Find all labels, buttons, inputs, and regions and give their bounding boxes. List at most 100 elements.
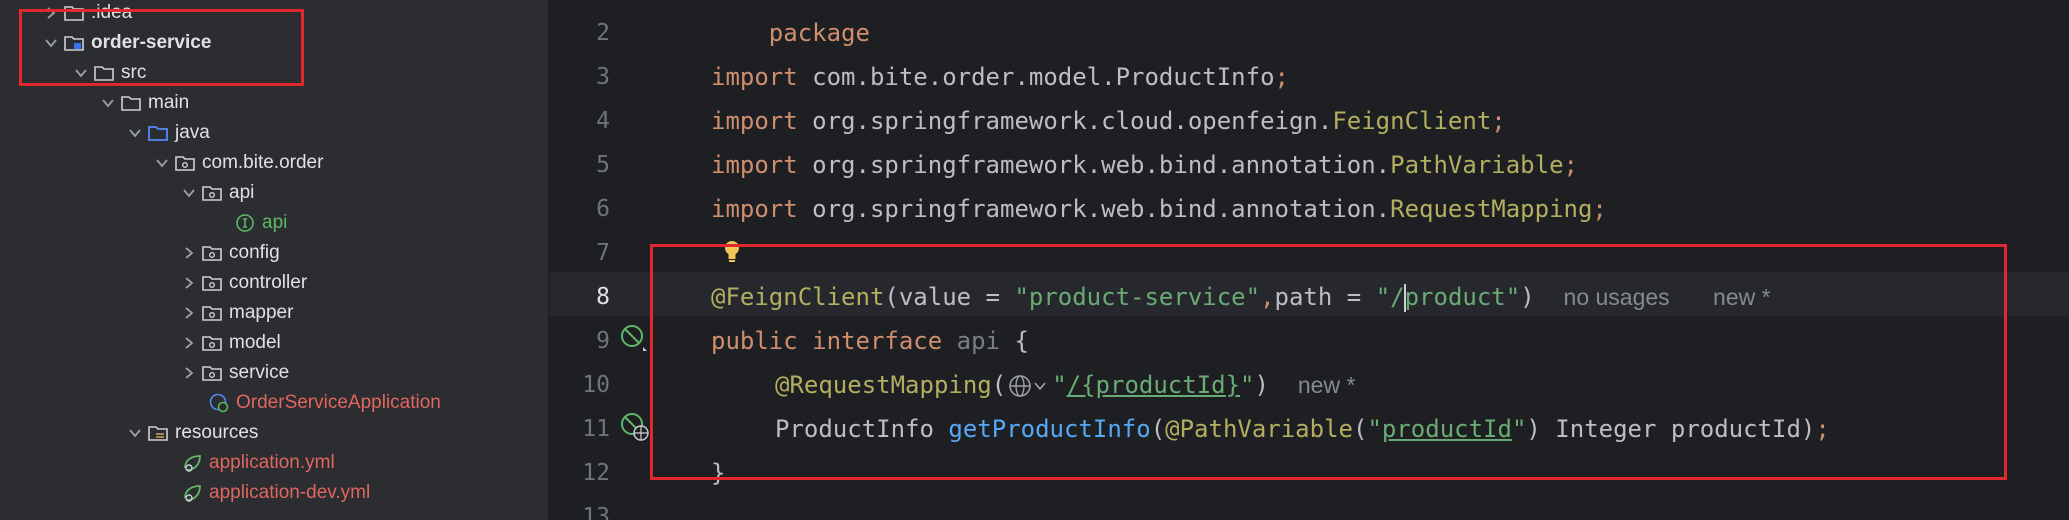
line-number: 12 [582,460,610,486]
module-folder-icon [62,32,86,54]
annotation: @FeignClient [711,283,885,311]
package-icon [173,152,197,174]
code-token: ( [1150,415,1166,443]
chevron-right-icon[interactable] [40,2,62,24]
tree-item-resources[interactable]: resources [0,418,258,448]
chevron-down-icon[interactable] [124,122,146,144]
implemented-method-web-icon[interactable] [619,411,649,441]
web-globe-icon[interactable] [1006,371,1052,401]
tree-item-java[interactable]: java [0,118,210,148]
keyword: interface [812,327,943,355]
line-number: 2 [596,20,610,46]
chevron-down-icon[interactable] [178,182,200,204]
usages-hint[interactable]: no usages [1564,284,1670,310]
import-path: org.springframework.web.bind.annotation. [797,151,1391,179]
lightbulb-icon[interactable] [721,238,743,264]
imported-class: PathVariable [1390,151,1564,179]
tree-item-order-service-application[interactable]: OrderServiceApplication [0,388,441,418]
tree-item-idea[interactable]: .idea [0,0,132,28]
code-token: ( [991,371,1007,399]
chevron-right-icon[interactable] [178,272,200,294]
tree-item-order-service[interactable]: order-service [0,28,211,58]
tree-item-application-yml[interactable]: application.yml [0,448,335,478]
chevron-right-icon[interactable] [178,332,200,354]
author-hint[interactable]: new * [1713,284,1771,310]
tree-item-main[interactable]: main [0,88,189,118]
line-number: 9 [596,328,610,354]
import-path: org.springframework.web.bind.annotation. [797,195,1391,223]
tree-item-service[interactable]: service [0,358,289,388]
tree-item-model[interactable]: model [0,328,281,358]
code-editor[interactable]: 2 3 4 5 6 7 8 9 10 11 12 13 package impo… [550,0,2069,520]
tree-item-label: application.yml [209,452,335,473]
code-line-1: package [768,19,870,47]
chevron-down-icon[interactable] [40,32,62,54]
code-line-3: import com.bite.order.model.ProductInfo; [711,55,1289,99]
tree-item-api-interface[interactable]: api [0,208,287,238]
tree-item-label: order-service [91,32,212,53]
imported-class: FeignClient [1332,107,1492,135]
tree-item-label: com.bite.order [202,152,324,173]
code-line-6: import org.springframework.web.bind.anno… [711,187,1607,231]
spring-boot-class-icon [207,392,231,414]
semicolon: ; [1592,195,1607,223]
tree-item-label: service [229,362,290,383]
package-icon [200,302,224,324]
semicolon: ; [1815,415,1830,443]
tree-item-com-bite-order[interactable]: com.bite.order [0,148,323,178]
tree-item-api-package[interactable]: api [0,178,254,208]
tree-item-label: main [148,92,190,113]
line-number: 8 [596,284,610,310]
code-token: ) [1520,283,1535,311]
path-param[interactable]: productId [1382,415,1512,443]
chevron-down-icon[interactable] [70,62,92,84]
code-token: path = [1274,283,1376,311]
interface-icon [233,212,257,234]
package-icon [200,362,224,384]
line-number: 3 [596,64,610,90]
tree-item-label: controller [229,272,308,293]
code-token: } [711,459,726,487]
tree-item-application-dev-yml[interactable]: application-dev.yml [0,478,370,508]
line-number: 13 [582,504,610,520]
spring-config-icon [180,452,204,474]
tree-item-label: config [229,242,280,263]
string-literal: product" [1404,283,1521,311]
tree-item-label: OrderServiceApplication [236,392,441,413]
spring-config-icon [180,482,204,504]
tree-item-label: java [175,122,210,143]
code-token: (value = [884,283,1015,311]
line-number: 5 [596,152,610,178]
tree-item-config[interactable]: config [0,238,280,268]
tree-item-src[interactable]: src [0,58,146,88]
chevron-down-icon[interactable] [124,422,146,444]
annotation: @RequestMapping [775,371,992,399]
chevron-right-icon[interactable] [178,242,200,264]
keyword: import [711,151,798,179]
line-number: 10 [582,372,610,398]
code-token: ) Integer productId) [1526,415,1816,443]
chevron-right-icon[interactable] [178,362,200,384]
folder-icon [119,92,143,114]
implemented-interface-icon[interactable] [619,323,649,353]
semicolon: ; [1274,63,1289,91]
code-line-5: import org.springframework.web.bind.anno… [711,143,1578,187]
chevron-right-icon[interactable] [178,302,200,324]
chevron-down-icon[interactable] [151,152,173,174]
tree-item-controller[interactable]: controller [0,268,307,298]
code-token: ( [1352,415,1368,443]
code-line-12: } [711,451,725,495]
tree-item-mapper[interactable]: mapper [0,298,293,328]
string-literal: "/ [1375,283,1405,311]
resources-folder-icon [146,422,170,444]
tree-item-label: api [262,212,288,233]
url-path[interactable]: /{productId} [1067,371,1240,399]
author-hint[interactable]: new * [1298,372,1356,398]
string-quote: " [1240,371,1255,399]
interface-name: api [956,327,1001,355]
type-name: ProductInfo [775,415,949,443]
chevron-down-icon[interactable] [97,92,119,114]
tree-item-label: .idea [91,2,133,23]
source-root-folder-icon [146,122,170,144]
code-line-10: @RequestMapping("/{productId}") new * [775,363,1355,407]
